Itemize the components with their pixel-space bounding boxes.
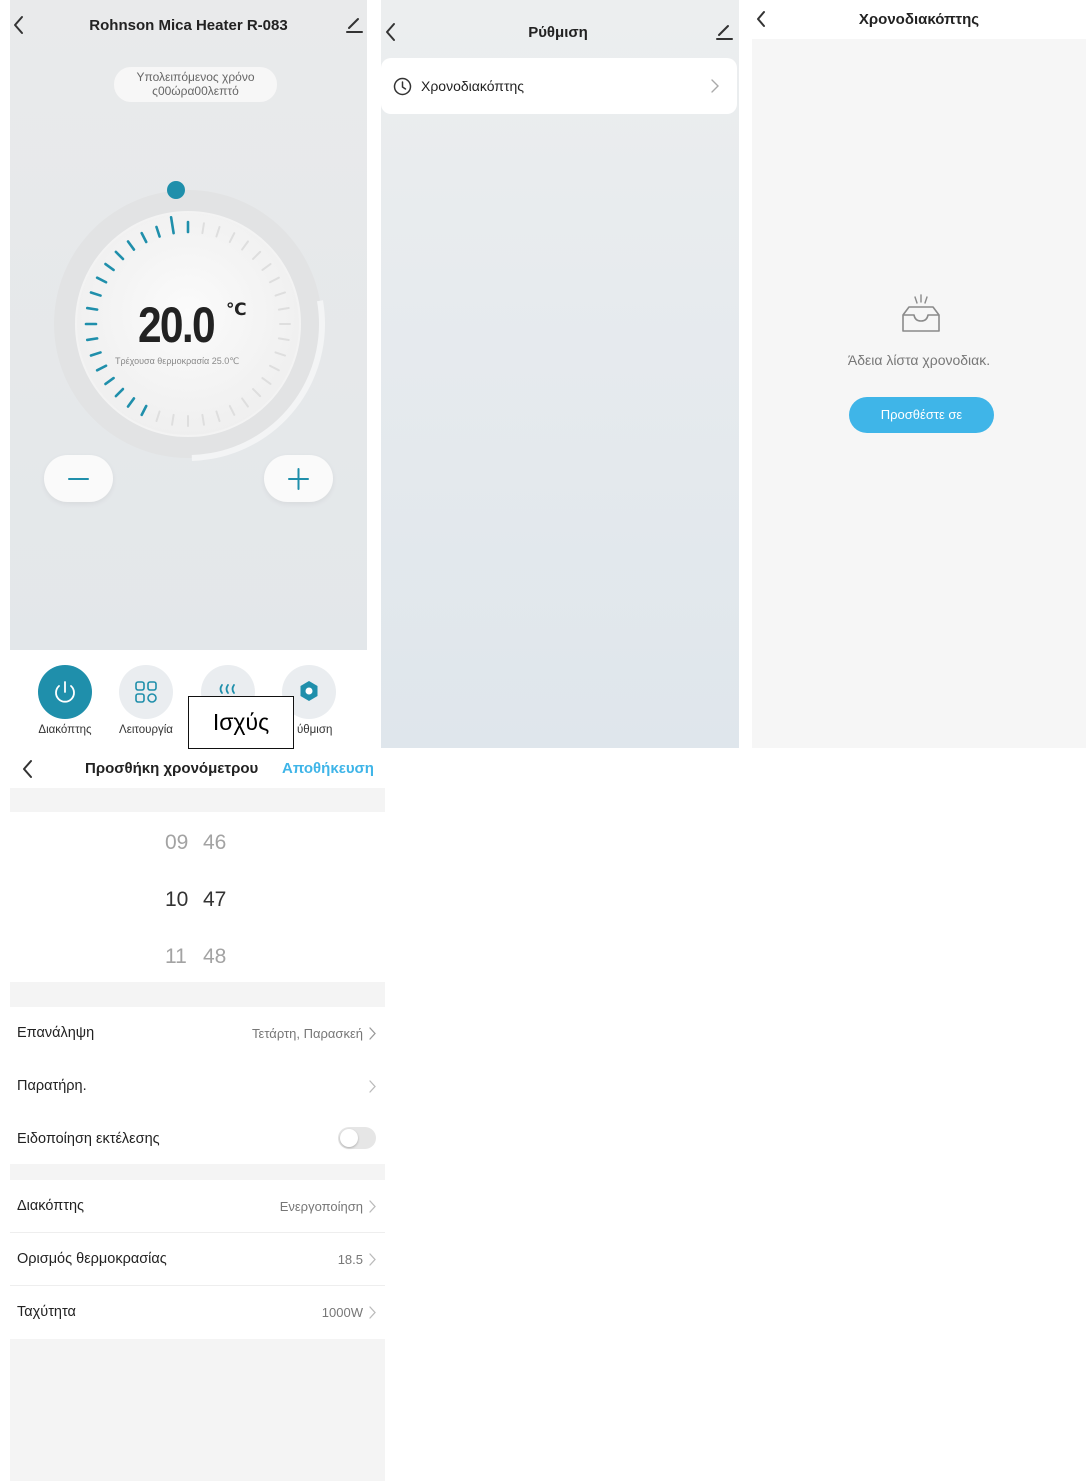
- chevron-right-icon: [368, 1026, 377, 1041]
- remaining-time-pill: Υπολειπόμενος χρόνο ς00ώρα00λεπτό: [114, 67, 277, 102]
- switch-value: Ενεργοποίηση: [279, 1199, 363, 1214]
- dial-handle[interactable]: [167, 181, 185, 199]
- add-timer-title: Προσθήκη χρονόμετρου: [85, 760, 259, 777]
- back-icon[interactable]: [21, 758, 35, 780]
- settings-nav-label: ύθμιση: [297, 724, 333, 736]
- picker-minute-prev[interactable]: 46: [203, 831, 226, 855]
- speed-value: 1000W: [321, 1305, 363, 1320]
- add-timer-screen: Προσθήκη χρονόμετρου Αποθήκευση 09 46 10…: [10, 752, 385, 1481]
- minus-icon: [68, 478, 89, 480]
- timer-settings-label: Χρονοδιακόπτης: [421, 78, 525, 94]
- plus-icon: [288, 468, 309, 490]
- picker-hour-selected[interactable]: 10: [165, 888, 188, 912]
- power-tooltip: Ισχύς: [188, 696, 294, 749]
- edit-icon[interactable]: [716, 21, 734, 41]
- chevron-right-icon: [368, 1199, 377, 1214]
- set-temperature-value: 20.0: [138, 297, 216, 353]
- notification-label: Ειδοποίηση εκτέλεσης: [17, 1131, 160, 1147]
- settings-screen: Ρύθμιση Χρονοδιακόπτης: [381, 0, 739, 748]
- switch-row[interactable]: Διακόπτης Ενεργοποίηση: [10, 1180, 385, 1233]
- chevron-right-icon: [368, 1305, 377, 1320]
- dial-tick: [85, 306, 99, 311]
- repeat-label: Επανάληψη: [17, 1025, 95, 1041]
- save-button[interactable]: Αποθήκευση: [282, 760, 374, 777]
- repeat-row[interactable]: Επανάληψη Τετάρτη, Παρασκεή: [10, 1007, 385, 1061]
- speed-label: Ταχύτητα: [17, 1304, 76, 1320]
- temperature-value: 18.5: [337, 1252, 363, 1267]
- temperature-label: Ορισμός θερμοκρασίας: [17, 1251, 167, 1267]
- switch-label: Διακόπτης: [17, 1198, 85, 1214]
- picker-minute-selected[interactable]: 47: [203, 888, 226, 912]
- picker-hour-prev[interactable]: 09: [165, 831, 188, 855]
- settings-title: Ρύθμιση: [528, 24, 588, 41]
- power-icon: [55, 681, 75, 703]
- mode-button[interactable]: [119, 665, 173, 719]
- time-picker[interactable]: 09 46 10 47 11 48: [10, 812, 385, 982]
- notification-toggle[interactable]: [338, 1127, 376, 1149]
- current-temperature-label: Τρέχουσα θερμοκρασία 25.0℃: [115, 356, 240, 366]
- clock-icon: [393, 77, 412, 96]
- empty-list-text: Άδεια λίστα χρονοδιακ.: [847, 352, 991, 368]
- empty-inbox-icon: [897, 293, 945, 335]
- remaining-time-line1: Υπολειπόμενος χρόνο: [136, 70, 255, 84]
- picker-minute-next[interactable]: 48: [203, 945, 226, 969]
- chevron-right-icon: [710, 78, 720, 94]
- set-temperature: 20.0: [138, 296, 227, 354]
- temperature-row[interactable]: Ορισμός θερμοκρασίας 18.5: [10, 1233, 385, 1286]
- repeat-value: Τετάρτη, Παρασκεή: [252, 1026, 363, 1041]
- remaining-time-line2: ς00ώρα00λεπτό: [152, 84, 239, 98]
- switch-nav-label: Διακόπτης: [38, 724, 92, 736]
- edit-icon[interactable]: [346, 14, 364, 34]
- add-timer-button[interactable]: Προσθέστε σε: [849, 397, 994, 433]
- chevron-right-icon: [368, 1252, 377, 1267]
- mode-nav-label: Λειτουργία: [119, 724, 173, 736]
- speed-row[interactable]: Ταχύτητα 1000W: [10, 1286, 385, 1339]
- timer-list-title: Χρονοδιακόπτης: [858, 11, 980, 28]
- timer-settings-item[interactable]: Χρονοδιακόπτης: [381, 58, 737, 114]
- dial-tick: [85, 337, 99, 342]
- chevron-right-icon: [368, 1079, 377, 1094]
- note-row[interactable]: Παρατήρη.: [10, 1061, 385, 1113]
- device-title: Rohnson Mica Heater R-083: [89, 17, 288, 34]
- power-switch-button[interactable]: [38, 665, 92, 719]
- toggle-knob: [340, 1129, 358, 1147]
- picker-hour-next[interactable]: 11: [165, 945, 187, 969]
- increase-button[interactable]: [264, 455, 333, 502]
- note-label: Παρατήρη.: [17, 1078, 87, 1094]
- notification-row: Ειδοποίηση εκτέλεσης: [10, 1113, 385, 1164]
- timer-list-screen: Χρονοδιακόπτης Άδεια λίστα χρονοδιακ. Πρ…: [752, 0, 1086, 748]
- device-control-screen: Rohnson Mica Heater R-083 Υπολειπόμενος …: [10, 0, 367, 749]
- decrease-button[interactable]: [44, 455, 113, 502]
- grid-icon: [135, 681, 157, 703]
- temperature-unit: ℃: [226, 300, 247, 319]
